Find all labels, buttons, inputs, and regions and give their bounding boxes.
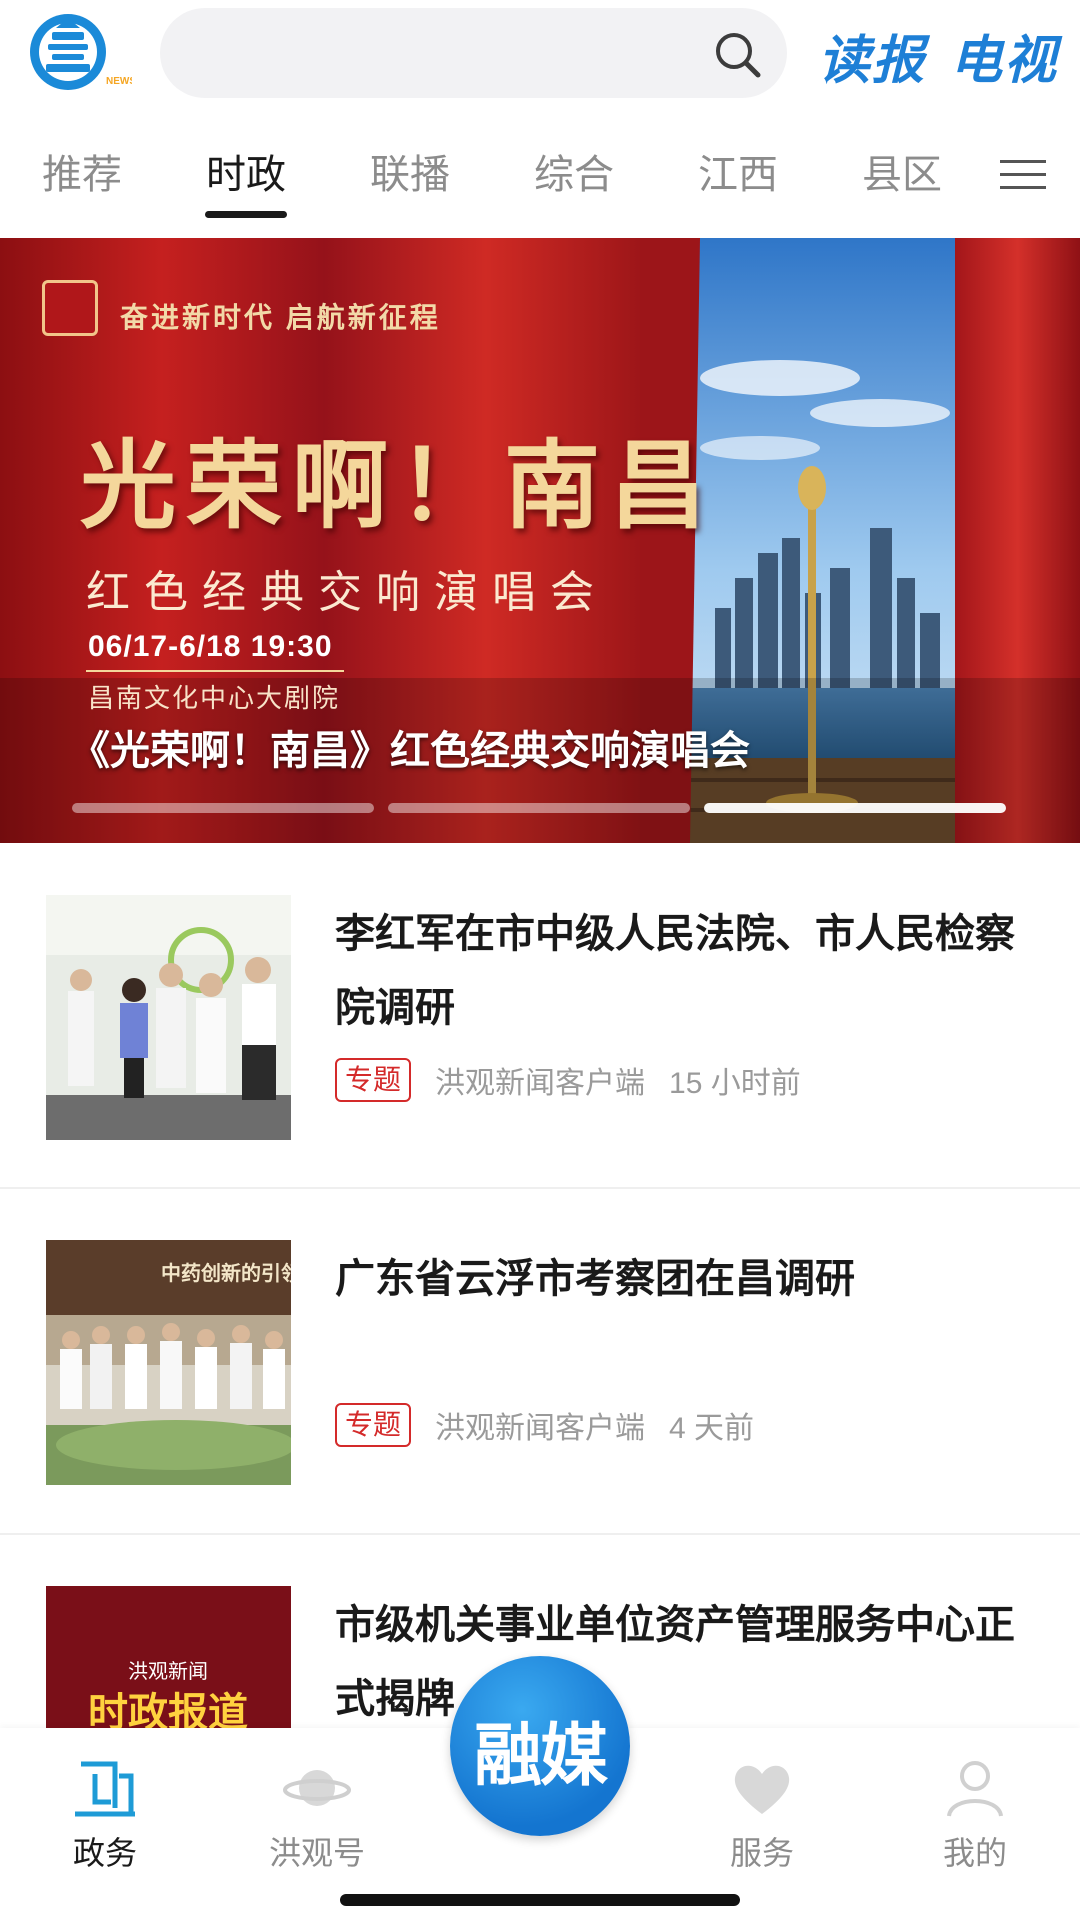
thumbnail-caption: 中药创新的引领 [161, 1261, 291, 1285]
nav-label: 服务 [729, 1835, 794, 1871]
news-meta: 专题 洪观新闻客户端 15 小时前 [335, 1058, 801, 1102]
planet-icon [283, 1770, 351, 1806]
nav-item-hongguan[interactable]: 洪观号 [237, 1728, 397, 1878]
search-icon[interactable] [713, 30, 763, 80]
nav-item-mine[interactable]: 我的 [895, 1728, 1055, 1878]
banner-date: 06/17-6/18 19:30 [88, 630, 333, 663]
thumbnail-brand: 洪观新闻 [128, 1660, 208, 1683]
nav-label: 我的 [942, 1835, 1007, 1871]
nav-label: 政务 [72, 1835, 137, 1871]
news-title[interactable]: 李红军在市中级人民法院、市人民检察院调研 [335, 897, 1035, 1045]
tab-label: 推荐 [42, 153, 122, 197]
media-center-button[interactable]: 融媒 [450, 1656, 630, 1836]
topic-tag[interactable]: 专题 [335, 1403, 412, 1447]
list-item[interactable]: 中药创新的引领 广东省云浮市考察团在昌调研 专题 洪观新闻客户端 4 天前 [0, 1240, 1080, 1485]
home-indicator[interactable] [340, 1894, 740, 1906]
banner-subtitle: 红色经典交响演唱会 [86, 568, 608, 617]
hero-banner[interactable]: 奋进新时代 启航新征程 光荣啊！南昌 红色经典交响演唱会 06/17-6/18 … [0, 238, 1080, 843]
carousel-dot[interactable] [388, 803, 690, 813]
news-meta: 专题 洪观新闻客户端 4 天前 [335, 1403, 754, 1447]
user-icon [947, 1761, 1003, 1817]
app-logo[interactable]: NEWS [28, 6, 136, 100]
search-input[interactable] [190, 28, 710, 78]
news-time: 4 天前 [669, 1412, 755, 1445]
tab-recommend[interactable]: 推荐 [22, 130, 142, 220]
tab-label: 县区 [862, 153, 942, 197]
banner-caption: 《光荣啊！南昌》红色经典交响演唱会 [70, 729, 750, 773]
carousel-dot[interactable] [72, 803, 374, 813]
nav-label: 洪观号 [268, 1835, 365, 1871]
tab-politics[interactable]: 时政 [186, 130, 306, 220]
read-paper-link[interactable]: 读报 [818, 18, 926, 93]
divider [0, 1187, 1080, 1189]
news-title[interactable]: 广东省云浮市考察团在昌调研 [335, 1242, 1035, 1316]
news-thumbnail: 洪观新闻 时政报道 [46, 1586, 291, 1728]
tab-label: 江西 [698, 153, 778, 197]
search-bar[interactable] [160, 8, 787, 98]
active-tab-indicator [205, 211, 287, 218]
read-paper-label: 读报 [818, 32, 927, 90]
news-thumbnail: 中药创新的引领 [46, 1240, 291, 1485]
media-center-label: 融媒 [473, 1718, 608, 1794]
divider [0, 1533, 1080, 1535]
nav-item-service[interactable]: 服务 [682, 1728, 842, 1878]
tab-general[interactable]: 综合 [514, 130, 634, 220]
carousel-dot-active[interactable] [704, 803, 1006, 813]
carousel-indicator [72, 803, 1012, 815]
news-source: 洪观新闻客户端 [435, 1067, 646, 1100]
tab-jiangxi[interactable]: 江西 [678, 130, 798, 220]
tab-county[interactable]: 县区 [842, 130, 962, 220]
gov-icon [75, 1761, 135, 1817]
tab-label: 联播 [370, 153, 450, 197]
topic-tag[interactable]: 专题 [335, 1058, 412, 1102]
tab-label: 综合 [534, 153, 614, 197]
heart-icon [734, 1765, 790, 1814]
list-item[interactable]: 李红军在市中级人民法院、市人民检察院调研 专题 洪观新闻客户端 15 小时前 [0, 895, 1080, 1140]
news-thumbnail [46, 895, 291, 1140]
tv-link[interactable]: 电视 [950, 18, 1058, 93]
banner-logo [42, 280, 98, 336]
banner-title: 光荣啊！南昌 [80, 429, 716, 542]
banner-slogan: 奋进新时代 启航新征程 [120, 302, 441, 333]
channel-tabs: 推荐 时政 联播 综合 江西 县区 [0, 130, 1080, 220]
tab-label: 时政 [206, 153, 286, 197]
news-source: 洪观新闻客户端 [435, 1412, 646, 1445]
menu-icon[interactable] [1000, 158, 1046, 192]
news-time: 15 小时前 [669, 1067, 801, 1100]
banner-divider [86, 670, 344, 672]
tv-label: 电视 [950, 32, 1059, 90]
top-bar: NEWS 读报 电视 [0, 0, 1080, 110]
svg-text:NEWS: NEWS [106, 76, 132, 87]
nav-item-gov[interactable]: 政务 [25, 1728, 185, 1878]
thumbnail-caption: 时政报道 [88, 1691, 248, 1728]
banner-venue: 昌南文化中心大剧院 [88, 683, 341, 713]
tab-broadcast[interactable]: 联播 [350, 130, 470, 220]
news-title[interactable]: 市级机关事业单位资产管理服务中心正式揭牌 [335, 1588, 1035, 1728]
